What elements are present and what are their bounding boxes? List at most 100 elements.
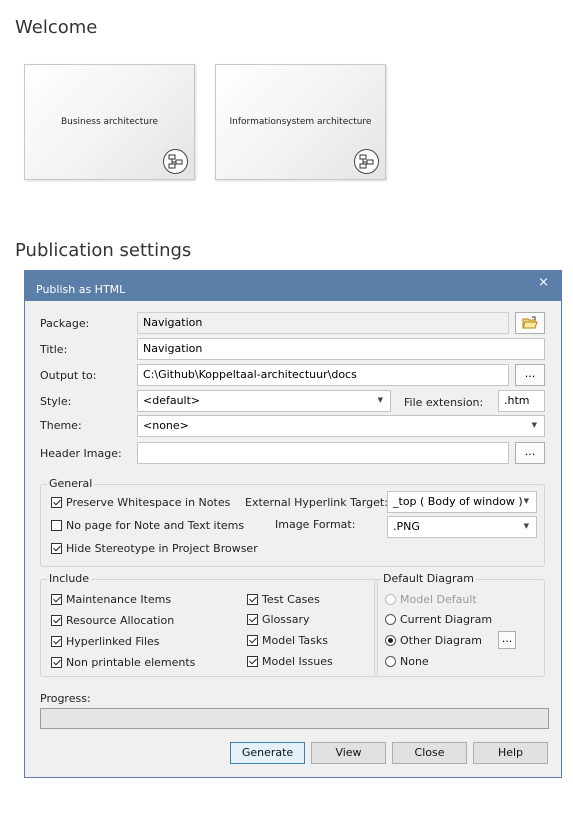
theme-label: Theme: [40, 419, 82, 432]
title-label: Title: [40, 343, 68, 356]
no-page-note-checkbox[interactable]: No page for Note and Text items [51, 519, 244, 533]
none-radio[interactable]: None [385, 655, 429, 669]
checkbox-label: Resource Allocation [66, 614, 175, 627]
general-group: General Preserve Whitespace in Notes No … [40, 477, 545, 567]
radio-circle[interactable] [385, 656, 396, 667]
checkbox-box[interactable] [51, 497, 62, 508]
maintenance-items-checkbox[interactable]: Maintenance Items [51, 593, 171, 607]
style-label: Style: [40, 395, 72, 408]
checkbox-label: Hyperlinked Files [66, 635, 160, 648]
checkbox-label: No page for Note and Text items [66, 519, 245, 532]
checkbox-box[interactable] [51, 543, 62, 554]
generate-button[interactable]: Generate [230, 742, 305, 764]
other-diagram-radio[interactable]: Other Diagram [385, 634, 482, 648]
model-tasks-checkbox[interactable]: Model Tasks [247, 634, 328, 648]
radio-circle[interactable] [385, 614, 396, 625]
close-button[interactable]: Close [392, 742, 467, 764]
default-diagram-group: Default Diagram Model Default Current Di… [374, 572, 545, 677]
output-label: Output to: [40, 369, 97, 382]
image-format-combo[interactable]: .PNG ▼ [387, 516, 537, 538]
radio-label: Other Diagram [400, 634, 482, 647]
checkbox-box[interactable] [51, 615, 62, 626]
welcome-heading: Welcome [15, 17, 98, 38]
dialog-titlebar: Publish as HTML × [25, 271, 561, 301]
non-printable-elements-checkbox[interactable]: Non printable elements [51, 656, 195, 670]
include-group: Include Maintenance Items Resource Alloc… [40, 572, 378, 677]
image-format-label: Image Format: [275, 518, 356, 531]
publication-heading: Publication settings [15, 240, 192, 261]
chevron-down-icon: ▼ [531, 421, 537, 429]
checkbox-label: Hide Stereotype in Project Browser [66, 542, 258, 555]
header-image-label: Header Image: [40, 447, 122, 460]
business-architecture-card[interactable]: Business architecture [24, 64, 195, 180]
card-label: Business architecture [60, 117, 158, 127]
view-button[interactable]: View [311, 742, 386, 764]
preserve-whitespace-checkbox[interactable]: Preserve Whitespace in Notes [51, 496, 230, 510]
radio-circle[interactable] [385, 635, 396, 646]
checkbox-label: Model Tasks [262, 634, 328, 647]
checkbox-label: Non printable elements [66, 656, 196, 669]
card-label: Informationsystem architecture [229, 117, 372, 127]
checkbox-box[interactable] [51, 520, 62, 531]
include-group-title: Include [47, 572, 92, 585]
dialog-title: Publish as HTML [36, 283, 126, 296]
image-format-value: .PNG [393, 520, 420, 533]
header-image-field[interactable] [137, 442, 509, 464]
file-extension-label: File extension: [404, 396, 484, 409]
checkbox-label: Preserve Whitespace in Notes [66, 496, 231, 509]
checkbox-label: Glossary [262, 613, 310, 626]
style-combo[interactable]: <default> ▼ [137, 390, 391, 412]
diagram-link-icon[interactable] [163, 149, 188, 174]
header-image-browse-button[interactable]: ... [515, 442, 545, 464]
radio-label: None [400, 655, 429, 668]
package-label: Package: [40, 317, 90, 330]
chevron-down-icon: ▼ [523, 497, 529, 505]
hyperlinked-files-checkbox[interactable]: Hyperlinked Files [51, 635, 160, 649]
checkbox-label: Test Cases [262, 593, 320, 606]
hyperlink-target-value: _top ( Body of window ) [393, 495, 523, 508]
help-button[interactable]: Help [473, 742, 548, 764]
checkbox-box[interactable] [51, 657, 62, 668]
close-icon[interactable]: × [538, 275, 549, 290]
progress-label: Progress: [40, 692, 91, 705]
publish-html-dialog: Publish as HTML × Package: Navigation Ti… [24, 270, 562, 778]
model-issues-checkbox[interactable]: Model Issues [247, 655, 333, 669]
informationsystem-architecture-card[interactable]: Informationsystem architecture [215, 64, 386, 180]
general-group-title: General [47, 477, 95, 490]
hide-stereotype-checkbox[interactable]: Hide Stereotype in Project Browser [51, 542, 258, 556]
theme-combo[interactable]: <none> ▼ [137, 415, 545, 437]
package-browse-button[interactable] [515, 312, 545, 334]
package-field: Navigation [137, 312, 509, 334]
style-value: <default> [143, 394, 201, 407]
output-browse-button[interactable]: ... [515, 364, 545, 386]
diagram-link-icon[interactable] [354, 149, 379, 174]
file-extension-field[interactable]: .htm [498, 390, 545, 412]
glossary-checkbox[interactable]: Glossary [247, 613, 310, 627]
other-diagram-browse-button[interactable]: ... [498, 631, 516, 649]
radio-label: Model Default [400, 593, 477, 606]
title-field[interactable]: Navigation [137, 338, 545, 360]
resource-allocation-checkbox[interactable]: Resource Allocation [51, 614, 174, 628]
checkbox-box[interactable] [51, 636, 62, 647]
radio-label: Current Diagram [400, 613, 493, 626]
progress-bar [40, 708, 549, 729]
checkbox-label: Maintenance Items [66, 593, 172, 606]
output-field[interactable]: C:\Github\Koppeltaal-architectuur\docs [137, 364, 509, 386]
model-default-radio: Model Default [385, 593, 477, 607]
checkbox-box[interactable] [247, 635, 258, 646]
chevron-down-icon: ▼ [377, 396, 383, 404]
default-diagram-group-title: Default Diagram [381, 572, 476, 585]
checkbox-box[interactable] [247, 614, 258, 625]
hyperlink-target-combo[interactable]: _top ( Body of window ) ▼ [387, 491, 537, 513]
chevron-down-icon: ▼ [523, 522, 529, 530]
checkbox-box[interactable] [247, 656, 258, 667]
theme-value: <none> [143, 419, 189, 432]
test-cases-checkbox[interactable]: Test Cases [247, 593, 320, 607]
current-diagram-radio[interactable]: Current Diagram [385, 613, 492, 627]
radio-circle [385, 594, 396, 605]
checkbox-box[interactable] [247, 594, 258, 605]
checkbox-label: Model Issues [262, 655, 333, 668]
hyperlink-target-label: External Hyperlink Target: [245, 496, 388, 509]
folder-open-icon [522, 316, 538, 329]
checkbox-box[interactable] [51, 594, 62, 605]
